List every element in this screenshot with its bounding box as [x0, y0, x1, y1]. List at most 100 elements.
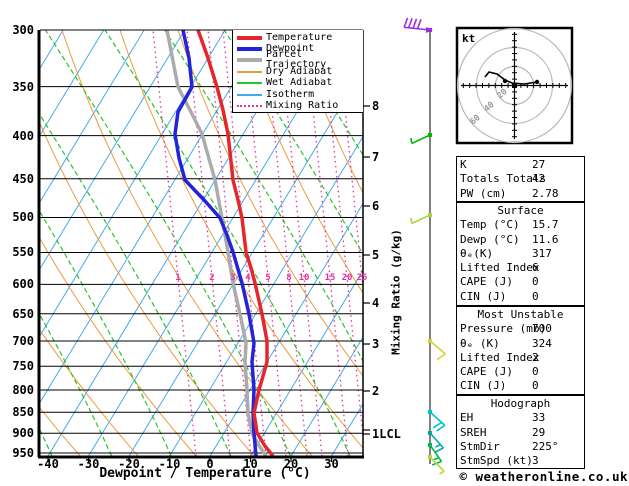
table-row: CAPE (J) 0	[460, 365, 581, 379]
mixing-ratio-value-label: 1	[175, 273, 181, 283]
table-row: θₑ (K) 324	[460, 337, 581, 351]
table-row: Dewp (°C) 11.6	[460, 233, 581, 247]
mixing-ratio-value-label: 5	[265, 273, 271, 283]
table-title: Hodograph	[490, 397, 551, 410]
row-value: 29	[532, 425, 546, 439]
table-row: K 27	[460, 158, 581, 172]
row-value: 42	[532, 172, 546, 186]
pressure-tick-label: 400	[12, 128, 34, 143]
table-most-unstable: Most Unstable Pressure (mb) 700 θₑ (K) 324 Li…	[456, 306, 585, 395]
mixing-ratio-value-label: 3	[230, 273, 236, 283]
table-row: Lifted Index 6	[460, 261, 581, 275]
x-axis-title: Dewpoint / Temperature (°C)	[99, 466, 311, 481]
row-label: K	[460, 158, 467, 171]
row-label: EH	[460, 411, 474, 425]
table-row: CAPE (J) 0	[460, 275, 581, 289]
row-value: 0	[532, 275, 539, 289]
legend-line-sample	[237, 47, 262, 52]
km-tick-label: 3	[372, 337, 380, 351]
hodograph-unit-label: kt	[462, 32, 476, 45]
row-value: 317	[532, 246, 552, 260]
km-tick-label: 2	[372, 384, 380, 398]
km-tick-label: 1LCL	[372, 427, 401, 441]
pressure-tick-label: 750	[12, 359, 34, 374]
mixing-ratio-value-label: 10	[298, 273, 310, 283]
skewt-sounding-screen: hPa 44°13'N 43°06'E 522m ASL km ASL 07.0…	[0, 0, 629, 486]
table-row: CIN (J) 0	[460, 379, 581, 393]
row-label: θₑ(K)	[460, 246, 494, 260]
table-hodograph: Hodograph EH 33 SREH 29 StmDir 225° StmSpd (kt)…	[456, 395, 585, 469]
km-tick-label: 4	[372, 296, 380, 310]
legend-row: Temperature	[233, 32, 363, 43]
km-tick-label: 7	[372, 150, 380, 164]
mixing-ratio-value-label: 20	[341, 273, 353, 283]
row-value: 15.7	[532, 218, 559, 232]
km-tick-label: 6	[372, 199, 380, 213]
temp-tick-label: 30	[324, 457, 339, 471]
pressure-tick-label: 450	[12, 171, 34, 186]
hodograph-box: 204060	[455, 26, 574, 145]
mixing-ratio-axis-title: Mixing Ratio (g/kg)	[389, 229, 403, 355]
row-label: CIN (J)	[460, 289, 507, 303]
pressure-tick-label: 900	[12, 426, 34, 441]
row-label: CAPE (J)	[460, 275, 513, 289]
pressure-tick-label: 850	[12, 405, 34, 420]
table-row: Totals Totals 42	[460, 172, 581, 186]
legend-line-sample	[237, 93, 262, 96]
table-row: StmDir 225°	[460, 440, 581, 454]
row-value: 11.6	[532, 232, 559, 246]
row-value: 700	[532, 322, 552, 336]
row-label: SREH	[460, 425, 487, 439]
km-tick-label: 8	[372, 99, 380, 113]
table-indices: K 27 Totals Totals 42 PW (cm) 2.78	[456, 156, 585, 202]
legend-label: Isotherm	[266, 88, 315, 100]
mixing-ratio-value-label: 4	[245, 273, 251, 283]
row-value: 0	[532, 379, 539, 393]
row-label: CIN (J)	[460, 379, 507, 393]
row-label: StmSpd (kt)	[460, 454, 533, 468]
legend-label: Temperature	[266, 31, 333, 43]
km-tick-label: 5	[372, 248, 380, 262]
row-label: StmDir	[460, 439, 500, 453]
row-value: 0	[532, 365, 539, 379]
table-row: CIN (J) 0	[460, 290, 581, 304]
row-value: 33	[532, 411, 546, 425]
table-title: Most Unstable	[477, 308, 564, 321]
pressure-tick-label: 800	[12, 382, 34, 397]
legend-label: Dry Adiabat	[266, 65, 333, 77]
row-value: 6	[532, 261, 539, 275]
legend-line-sample	[237, 35, 262, 40]
pressure-tick-label: 650	[12, 306, 34, 321]
table-row: EH 33	[460, 411, 581, 425]
pressure-tick-label: 350	[12, 79, 34, 94]
row-value: 225°	[532, 439, 559, 453]
temp-tick-label: -40	[37, 457, 59, 471]
mixing-ratio-value-label: 8	[286, 273, 292, 283]
pressure-tick-label: 550	[12, 245, 34, 260]
legend-line-sample	[237, 58, 262, 63]
legend-label: Mixing Ratio	[266, 100, 339, 112]
pressure-tick-label: 700	[12, 333, 34, 348]
legend-box: Temperature Dewpoint Parcel Trajectory Dry …	[232, 30, 363, 113]
legend-row: Parcel Trajectory	[233, 50, 363, 70]
row-label: Temp (°C)	[460, 218, 520, 232]
table-row: Temp (°C) 15.7	[460, 218, 581, 232]
mixing-ratio-value-label: 15	[324, 273, 336, 283]
pressure-tick-label: 500	[12, 210, 34, 225]
legend-line-sample	[237, 82, 262, 85]
row-value: 2.78	[532, 186, 559, 200]
table-row: θₑ(K) 317	[460, 247, 581, 261]
table-row: StmSpd (kt) 3	[460, 454, 581, 468]
table-row: PW (cm) 2.78	[460, 187, 581, 201]
copyright-credit: © weatheronline.co.uk	[459, 469, 628, 484]
table-title: Surface	[497, 204, 544, 217]
row-value: 2	[532, 350, 539, 364]
pressure-tick-label: 950	[12, 446, 34, 461]
legend-row: Mixing Ratio	[233, 100, 363, 111]
row-label: θₑ (K)	[460, 336, 500, 350]
row-value: 0	[532, 289, 539, 303]
legend-label: Wet Adiabat	[266, 77, 333, 89]
row-label: PW (cm)	[460, 186, 507, 200]
mixing-ratio-value-label: 25	[356, 273, 368, 283]
table-row: SREH 29	[460, 426, 581, 440]
